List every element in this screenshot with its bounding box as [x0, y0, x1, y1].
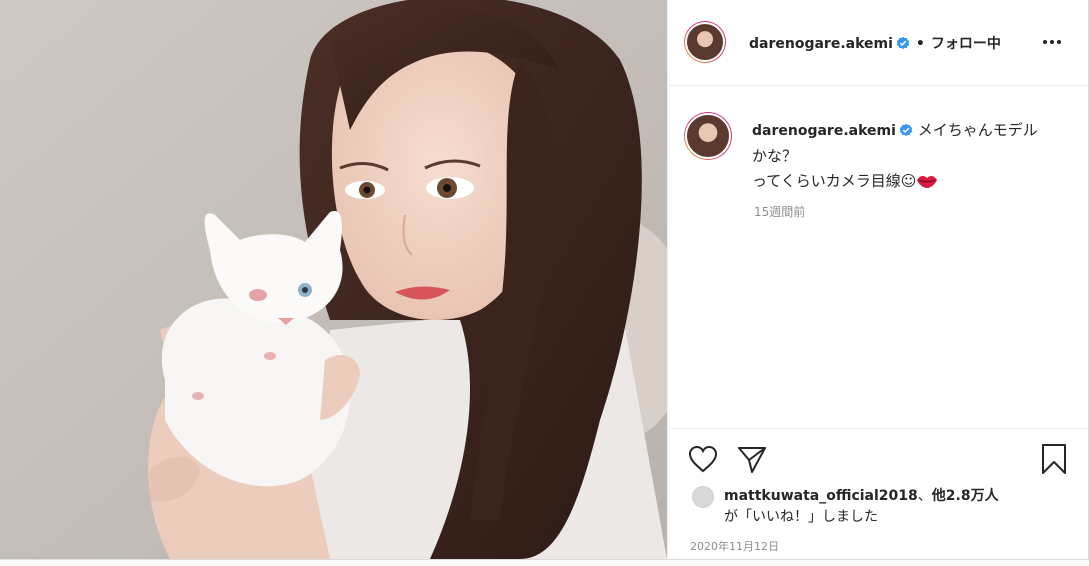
header-separator-dot: • [915, 36, 925, 52]
action-bar [668, 428, 1088, 489]
kiss-lips-icon [917, 175, 938, 188]
post-date[interactable]: 2020年11月12日 [690, 538, 779, 554]
following-button[interactable]: フォロー中 [931, 36, 1001, 52]
post-header: darenogare.akemi • フォロー中 [668, 0, 1088, 86]
post-side-panel: darenogare.akemi • フォロー中 darenogare.akemi [667, 0, 1089, 559]
caption-avatar-image [685, 113, 731, 159]
more-options-icon[interactable] [1040, 34, 1064, 50]
photo-illustration [0, 0, 667, 559]
caption-line-2: ってくらいカメラ目線☺ [752, 172, 917, 190]
author-username[interactable]: darenogare.akemi [749, 36, 893, 52]
header-user-line: darenogare.akemi • フォロー中 [749, 33, 1001, 53]
likes-separator: 、 [917, 488, 932, 504]
caption-timestamp: 15週間前 [754, 205, 806, 219]
caption-author-avatar[interactable] [684, 112, 732, 160]
likes-others-count[interactable]: 他2.8万人 [932, 488, 999, 504]
liker-avatar[interactable] [692, 486, 714, 508]
send-icon[interactable] [736, 445, 768, 475]
likes-line-2: が「いいね！」しました [724, 509, 878, 525]
bookmark-icon[interactable] [1040, 443, 1068, 475]
caption-text: darenogare.akemi メイちゃんモデルかな？ ってくらいカメラ目線☺ [752, 118, 1052, 194]
liker-username[interactable]: mattkuwata_official2018 [724, 488, 918, 504]
caption-username[interactable]: darenogare.akemi [752, 123, 896, 139]
author-avatar[interactable] [684, 21, 726, 63]
post-photo[interactable] [0, 0, 667, 559]
avatar-image [685, 22, 725, 62]
verified-badge-icon [896, 36, 910, 50]
heart-icon[interactable] [688, 445, 718, 473]
likes-line-1: mattkuwata_official2018、他2.8万人 [724, 486, 999, 506]
verified-badge-icon [899, 123, 913, 137]
instagram-post: darenogare.akemi • フォロー中 darenogare.akemi [0, 0, 1089, 566]
